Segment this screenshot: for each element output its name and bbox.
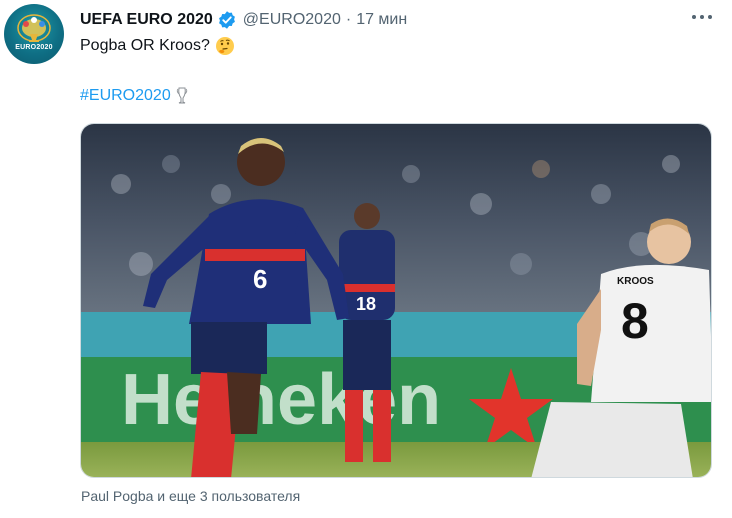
svg-text:6: 6 [253, 264, 267, 294]
tweet-header: UEFA EURO 2020 @EURO2020 · 17 мин [80, 9, 407, 31]
hashtag-line: #EURO2020 [80, 86, 188, 106]
tagged-users-link[interactable]: Paul Pogba и еще 3 пользователя [81, 488, 300, 504]
more-options-icon[interactable] [692, 10, 712, 24]
display-name[interactable]: UEFA EURO 2020 [80, 11, 213, 29]
svg-text:Heineken: Heineken [121, 360, 441, 440]
tweet-card[interactable]: EURO2020 UEFA EURO 2020 @EURO2020 · 17 м… [0, 0, 732, 518]
handle[interactable]: @EURO2020 [243, 11, 341, 29]
tweet-text-content: Pogba OR Kroos? [80, 37, 210, 54]
timestamp[interactable]: 17 мин [356, 11, 407, 29]
svg-text:KROOS: KROOS [617, 276, 654, 287]
tweet-text: Pogba OR Kroos? [80, 36, 235, 56]
avatar-label: EURO2020 [15, 44, 53, 51]
trophy-icon [176, 86, 188, 106]
thinking-face-icon [215, 36, 235, 56]
separator-dot: · [345, 11, 352, 28]
avatar[interactable]: EURO2020 [4, 4, 64, 64]
svg-text:8: 8 [621, 293, 649, 349]
verified-badge-icon [217, 10, 237, 30]
euro-trophy-logo-icon [17, 14, 51, 42]
svg-text:18: 18 [356, 294, 376, 314]
hashtag-link[interactable]: #EURO2020 [80, 87, 171, 105]
tweet-photo[interactable]: Heineken 18 6 KROOS 8 [80, 123, 712, 478]
